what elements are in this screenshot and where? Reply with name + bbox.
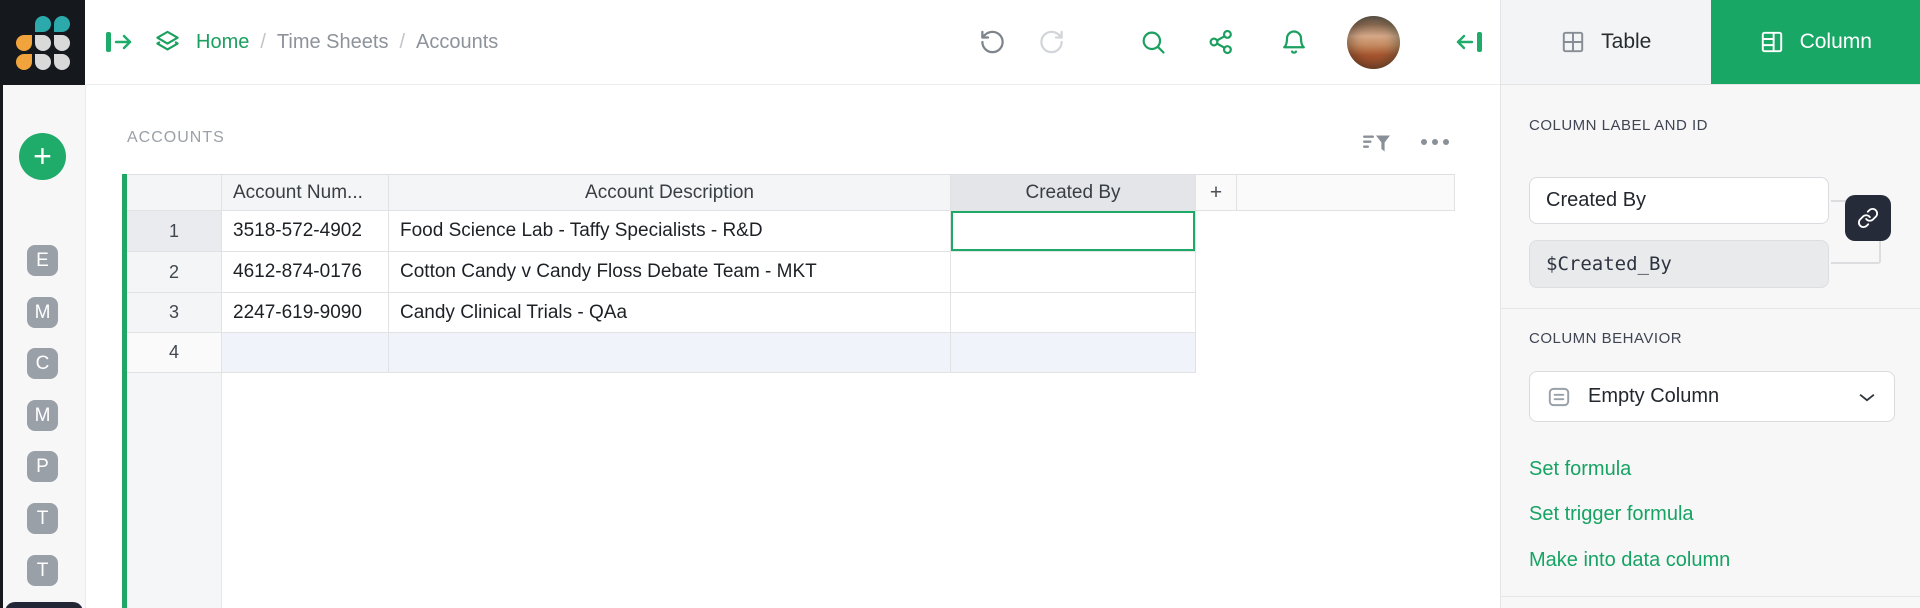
tab-table-label: Table — [1601, 30, 1651, 54]
chevron-down-icon — [1856, 386, 1878, 408]
collapse-panel-icon[interactable] — [1454, 29, 1484, 55]
cell-created-by[interactable] — [951, 252, 1196, 293]
logo-grid-icon — [16, 16, 70, 70]
undo-icon[interactable] — [979, 29, 1006, 56]
link-label-id-button[interactable] — [1845, 195, 1891, 241]
tab-column-label: Column — [1800, 30, 1872, 54]
link-icon — [1857, 207, 1879, 229]
user-avatar[interactable] — [1347, 16, 1400, 69]
table-row: 3 2247-619-9090 Candy Clinical Trials - … — [127, 293, 1455, 333]
add-column-button[interactable]: + — [1196, 174, 1237, 211]
workbook-sidebar: + E M C M P T T — [0, 85, 86, 608]
breadcrumb: Home / Time Sheets / Accounts — [196, 0, 498, 85]
cell-created-by[interactable] — [951, 293, 1196, 333]
set-formula-link[interactable]: Set formula — [1529, 458, 1631, 481]
tab-column[interactable]: Column — [1711, 0, 1920, 84]
breadcrumb-accounts[interactable]: Accounts — [416, 31, 498, 54]
table-row: 2 4612-874-0176 Cotton Candy v Candy Flo… — [127, 252, 1455, 293]
row-number-cell[interactable]: 1 — [127, 211, 222, 252]
column-label-input[interactable] — [1529, 177, 1829, 224]
row-number-cell[interactable]: 4 — [127, 333, 222, 373]
cell-account-description[interactable]: Cotton Candy v Candy Floss Debate Team -… — [389, 252, 951, 293]
app-window: + E M C M P T T Home / Time Sh — [0, 0, 1920, 608]
table-grid-icon — [1560, 29, 1586, 55]
search-icon[interactable] — [1139, 28, 1167, 56]
sidebar-bottom-button[interactable] — [5, 602, 83, 608]
column-icon — [1759, 29, 1785, 55]
sidebar-item-workbook-t2[interactable]: T — [27, 555, 58, 586]
section-heading-column-behavior: COLUMN BEHAVIOR — [1529, 330, 1682, 347]
sort-filter-icon[interactable] — [1362, 131, 1392, 161]
top-bar: Home / Time Sheets / Accounts — [86, 0, 1500, 85]
table-row: 1 3518-572-4902 Food Science Lab - Taffy… — [127, 211, 1455, 252]
section-heading-column-label: COLUMN LABEL AND ID — [1529, 117, 1708, 134]
expand-panel-icon[interactable] — [104, 29, 134, 55]
set-trigger-formula-link[interactable]: Set trigger formula — [1529, 503, 1694, 526]
sidebar-item-workbook-e[interactable]: E — [27, 245, 58, 276]
sidebar-edge — [0, 85, 3, 608]
column-header-created-by[interactable]: Created By — [951, 174, 1196, 211]
properties-panel: Table Column COLUMN LABEL AND ID $Create… — [1500, 0, 1920, 608]
app-logo[interactable] — [0, 0, 85, 85]
corner-header-cell[interactable] — [127, 174, 222, 211]
empty-header-cell[interactable] — [1237, 174, 1455, 211]
layers-icon[interactable] — [154, 29, 181, 56]
column-header-account-number[interactable]: Account Num... — [222, 174, 389, 211]
breadcrumb-separator: / — [399, 31, 405, 54]
cell-account-number[interactable] — [222, 333, 389, 373]
cell-account-number[interactable]: 2247-619-9090 — [222, 293, 389, 333]
more-options-icon[interactable] — [1421, 139, 1449, 145]
row-number-rail — [127, 373, 222, 608]
cell-account-description[interactable]: Food Science Lab - Taffy Specialists - R… — [389, 211, 951, 252]
cell-account-number[interactable]: 3518-572-4902 — [222, 211, 389, 252]
column-id-field: $Created_By — [1529, 240, 1829, 288]
sidebar-item-workbook-m2[interactable]: M — [27, 400, 58, 431]
breadcrumb-time-sheets[interactable]: Time Sheets — [277, 31, 389, 54]
sidebar-item-workbook-t1[interactable]: T — [27, 503, 58, 534]
cell-account-description[interactable] — [389, 333, 951, 373]
sheet-title: ACCOUNTS — [127, 129, 225, 147]
cell-created-by[interactable] — [951, 333, 1196, 373]
empty-column-icon — [1546, 384, 1572, 410]
add-workbook-button[interactable]: + — [19, 133, 66, 180]
breadcrumb-home[interactable]: Home — [196, 31, 249, 54]
panel-divider — [1501, 308, 1920, 309]
header-row: Account Num... Account Description Creat… — [127, 174, 1455, 211]
column-header-account-description[interactable]: Account Description — [389, 174, 951, 211]
row-number-cell[interactable]: 2 — [127, 252, 222, 293]
row-number-cell[interactable]: 3 — [127, 293, 222, 333]
sidebar-item-workbook-p[interactable]: P — [27, 451, 58, 482]
table-row-new: 4 — [127, 333, 1455, 373]
cell-account-number[interactable]: 4612-874-0176 — [222, 252, 389, 293]
tab-table[interactable]: Table — [1501, 0, 1711, 84]
sidebar-item-workbook-c[interactable]: C — [27, 348, 58, 379]
make-into-data-column-link[interactable]: Make into data column — [1529, 549, 1730, 572]
panel-divider — [1501, 596, 1920, 597]
sidebar-item-workbook-m1[interactable]: M — [27, 297, 58, 328]
cell-account-description[interactable]: Candy Clinical Trials - QAa — [389, 293, 951, 333]
data-grid: Account Num... Account Description Creat… — [127, 174, 1455, 373]
bell-icon[interactable] — [1280, 28, 1308, 56]
panel-tabs: Table Column — [1501, 0, 1920, 85]
redo-icon[interactable] — [1038, 29, 1065, 56]
column-type-dropdown[interactable]: Empty Column — [1529, 371, 1895, 422]
selected-cell-created-by[interactable] — [951, 211, 1196, 252]
breadcrumb-separator: / — [260, 31, 266, 54]
column-type-value: Empty Column — [1588, 385, 1719, 408]
share-icon[interactable] — [1207, 28, 1235, 56]
